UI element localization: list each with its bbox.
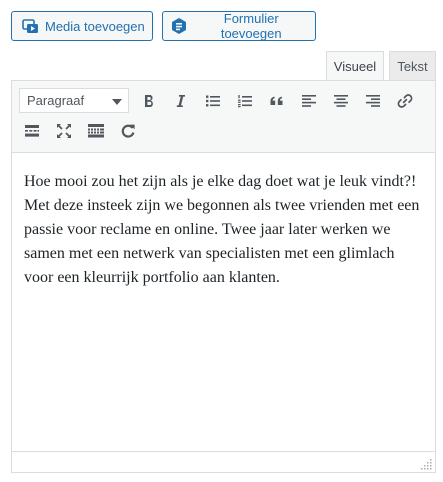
media-icon bbox=[21, 17, 39, 35]
add-form-label: Formulier toevoegen bbox=[220, 11, 282, 41]
link-icon[interactable] bbox=[392, 88, 418, 114]
format-select[interactable]: Paragraaf bbox=[19, 88, 129, 113]
toolbar-toggle-icon[interactable] bbox=[83, 118, 109, 144]
editor: Paragraaf Hoe mooi zou het zijn als je e… bbox=[11, 80, 436, 473]
align-right-icon[interactable] bbox=[360, 88, 386, 114]
form-icon bbox=[170, 17, 187, 35]
format-select-value: Paragraaf bbox=[27, 93, 85, 108]
italic-icon[interactable] bbox=[168, 88, 194, 114]
add-media-button[interactable]: Media toevoegen bbox=[11, 11, 153, 41]
add-media-label: Media toevoegen bbox=[45, 18, 145, 34]
tab-text[interactable]: Tekst bbox=[389, 51, 436, 80]
fullscreen-icon[interactable] bbox=[51, 118, 77, 144]
tab-visual[interactable]: Visueel bbox=[326, 51, 384, 80]
bold-icon[interactable] bbox=[136, 88, 162, 114]
add-form-button[interactable]: Formulier toevoegen bbox=[162, 11, 316, 41]
chevron-down-icon bbox=[112, 99, 122, 105]
blockquote-icon[interactable] bbox=[264, 88, 290, 114]
numbered-list-icon[interactable] bbox=[232, 88, 258, 114]
refresh-icon[interactable] bbox=[115, 118, 141, 144]
bulleted-list-icon[interactable] bbox=[200, 88, 226, 114]
resize-handle-icon[interactable] bbox=[421, 458, 433, 470]
editor-content[interactable]: Hoe mooi zou het zijn als je elke dag do… bbox=[12, 153, 435, 443]
editor-toolbar: Paragraaf bbox=[12, 81, 435, 153]
align-center-icon[interactable] bbox=[328, 88, 354, 114]
align-left-icon[interactable] bbox=[296, 88, 322, 114]
editor-statusbar bbox=[12, 451, 435, 472]
read-more-icon[interactable] bbox=[19, 118, 45, 144]
